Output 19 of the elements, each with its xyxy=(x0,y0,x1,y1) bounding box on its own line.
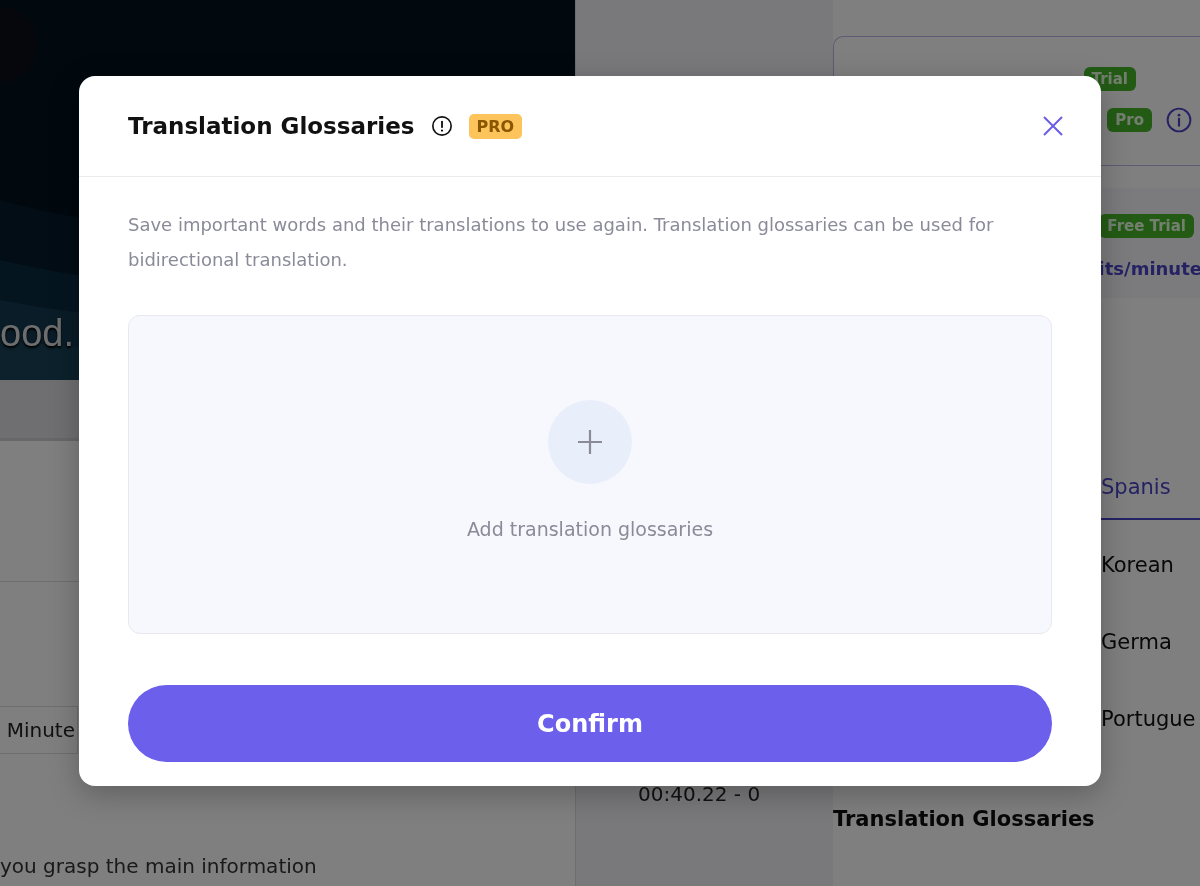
duration-field[interactable]: Minute xyxy=(0,706,78,754)
pro-badge: PRO xyxy=(468,113,523,139)
subtitle-caption: ood. xyxy=(0,312,74,355)
transcript-text: you grasp the main information xyxy=(0,854,318,878)
language-option[interactable]: Portugue xyxy=(1101,680,1200,757)
glossary-dropzone[interactable]: Add translation glossaries xyxy=(128,315,1052,634)
add-label: Add translation glossaries xyxy=(466,518,714,540)
dialog-description: Save important words and their translations to use again. Translation glossaries can be used for bidirectional translation. xyxy=(128,213,995,272)
language-option[interactable]: Germa xyxy=(1101,603,1200,680)
timestamp: 00:40.22 - 0 xyxy=(638,782,762,806)
dialog-title: Translation Glossaries xyxy=(128,113,415,139)
language-option[interactable]: Korean xyxy=(1101,526,1200,603)
alert-icon[interactable] xyxy=(430,115,453,137)
info-icon[interactable] xyxy=(1166,107,1192,133)
pro-badge: Pro xyxy=(1107,108,1152,132)
close-icon[interactable] xyxy=(1041,114,1065,138)
section-title: Translation Glossaries xyxy=(833,807,1096,831)
confirm-button[interactable]: Confirm xyxy=(128,685,1052,762)
trial-badge: Free Trial xyxy=(1099,214,1194,238)
